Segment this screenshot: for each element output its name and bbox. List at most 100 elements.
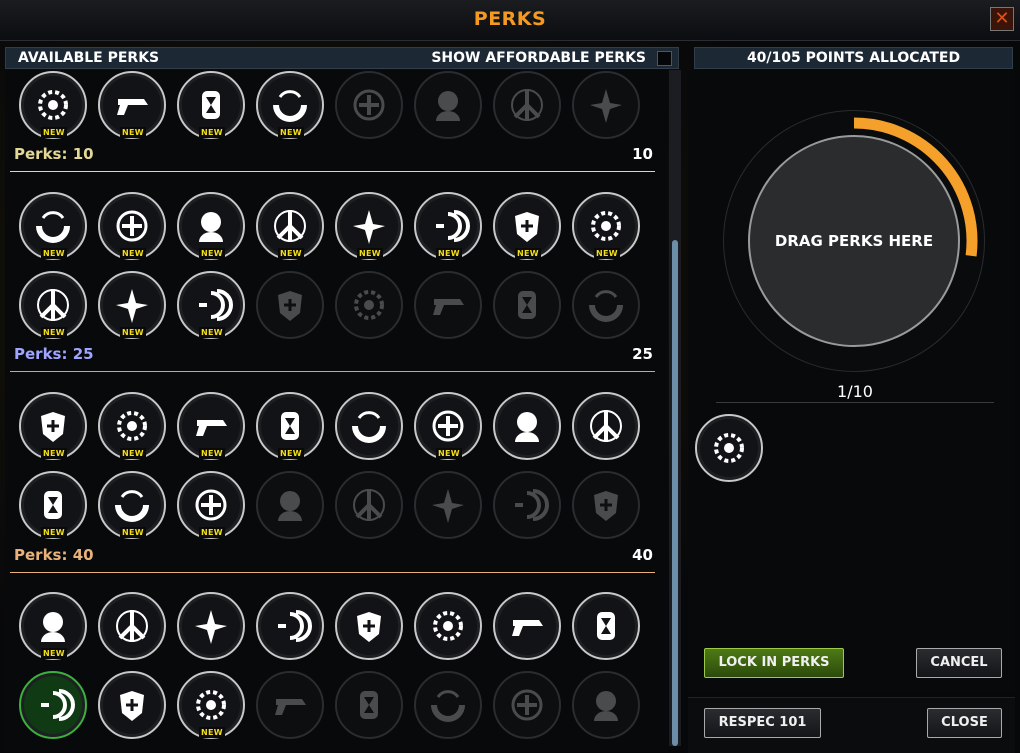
stopwatch-plus-icon[interactable]	[571, 591, 641, 661]
hand-icon[interactable]	[571, 270, 641, 340]
fire-body-icon[interactable]	[492, 391, 562, 461]
perk-list-scrollbar[interactable]	[669, 70, 681, 746]
turret-plus-icon[interactable]: NEW	[176, 270, 246, 340]
armor-plus-icon[interactable]: NEW	[97, 191, 167, 261]
warning-icon[interactable]: NEW	[176, 391, 246, 461]
ammo-plus-icon[interactable]: NEW	[18, 470, 88, 540]
perk-glyph	[38, 90, 68, 120]
pistol-icon[interactable]: NEW	[97, 70, 167, 140]
split-head-icon[interactable]	[97, 670, 167, 740]
new-badge: NEW	[120, 127, 146, 138]
respec-button[interactable]: RESPEC 101	[704, 708, 821, 738]
map-icon[interactable]: NEW	[18, 391, 88, 461]
perk-glyph	[116, 289, 148, 323]
cross-target-icon[interactable]	[334, 70, 404, 140]
lock-in-perks-button[interactable]: LOCK IN PERKS	[704, 648, 844, 678]
gear-icon[interactable]: NEW	[18, 70, 88, 140]
eye-wave-icon[interactable]	[571, 470, 641, 540]
new-badge: NEW	[199, 327, 225, 338]
armor-icon[interactable]	[492, 591, 562, 661]
scrollbar-thumb[interactable]	[672, 240, 678, 746]
trident-icon[interactable]	[571, 70, 641, 140]
hourglass-icon[interactable]: NEW	[176, 70, 246, 140]
grenade-icon[interactable]: NEW	[334, 191, 404, 261]
ring-cross-icon[interactable]	[255, 591, 325, 661]
section-cost: 10	[632, 145, 653, 163]
perk-ring	[335, 71, 403, 139]
new-badge: NEW	[278, 248, 304, 259]
skull-icon[interactable]	[413, 470, 483, 540]
close-button[interactable]: CLOSE	[927, 708, 1002, 738]
pistol-swipe-icon[interactable]: NEW	[97, 470, 167, 540]
perk-ring	[256, 671, 324, 739]
radar-icon[interactable]	[334, 391, 404, 461]
squad-icon[interactable]: NEW	[571, 191, 641, 261]
peace-icon[interactable]	[492, 70, 562, 140]
perk-ring	[493, 671, 561, 739]
section-label: Perks: 25	[14, 345, 94, 363]
perk-glyph	[120, 691, 144, 721]
planet-icon[interactable]	[413, 670, 483, 740]
section-divider	[10, 572, 655, 573]
available-perks-label: AVAILABLE PERKS	[18, 50, 160, 66]
perk-glyph	[116, 610, 148, 642]
dial-icon[interactable]	[571, 391, 641, 461]
cancel-button[interactable]: CANCEL	[916, 648, 1002, 678]
close-icon[interactable]: ✕	[990, 7, 1014, 31]
stopwatch-icon[interactable]	[255, 270, 325, 340]
perk-ring	[493, 392, 561, 460]
dots-ring-icon[interactable]	[492, 670, 562, 740]
fury-icon[interactable]	[18, 670, 88, 740]
knife-icon[interactable]	[334, 470, 404, 540]
perk-glyph	[357, 612, 381, 642]
radio-icon[interactable]	[334, 670, 404, 740]
perk-glyph	[195, 489, 227, 521]
sonic-icon[interactable]: NEW	[176, 191, 246, 261]
perk-glyph	[273, 90, 307, 122]
shield-swipe-icon[interactable]: NEW	[255, 191, 325, 261]
new-badge: NEW	[594, 248, 620, 259]
equipped-fury-icon[interactable]	[694, 413, 764, 483]
jaws-icon[interactable]: NEW	[492, 191, 562, 261]
burst-icon[interactable]	[255, 670, 325, 740]
orbit-icon[interactable]	[413, 591, 483, 661]
shield-arc-icon[interactable]: NEW	[255, 70, 325, 140]
section-cost: 40	[632, 546, 653, 564]
hourglass-cross-icon[interactable]: NEW	[18, 191, 88, 261]
starburst-icon[interactable]	[176, 591, 246, 661]
head-target-icon[interactable]	[413, 70, 483, 140]
perk-glyph	[354, 290, 384, 320]
runner-icon[interactable]: NEW	[18, 270, 88, 340]
heart-burst-icon[interactable]	[492, 270, 562, 340]
spiral-icon[interactable]	[571, 670, 641, 740]
globe-wave-icon[interactable]	[334, 270, 404, 340]
perk-glyph	[278, 491, 302, 521]
drop-zone[interactable]: DRAG PERKS HERE	[748, 135, 960, 347]
medic-icon[interactable]: NEW	[97, 391, 167, 461]
terrain-icon[interactable]	[492, 470, 562, 540]
perk-ring	[493, 592, 561, 660]
turret-wave-icon[interactable]: NEW	[176, 670, 246, 740]
nodes-icon[interactable]: NEW	[18, 591, 88, 661]
slot-count: 1/10	[837, 382, 873, 401]
perk-ring	[98, 592, 166, 660]
bow-icon[interactable]: NEW	[413, 391, 483, 461]
head-aperture-icon[interactable]: NEW	[97, 270, 167, 340]
perks-window: PERKS ✕ AVAILABLE PERKS SHOW AFFORDABLE …	[0, 0, 1020, 753]
claw-icon[interactable]: NEW	[176, 470, 246, 540]
perk-list-panel[interactable]: NEW NEW NEW NEW Perks: 10 10 NEW NEW NEW NEW NEW NE…	[5, 70, 668, 752]
stopwatch-head-icon[interactable]: NEW	[413, 191, 483, 261]
perk-glyph	[431, 690, 465, 722]
chevrons-icon[interactable]	[413, 270, 483, 340]
perk-ring	[493, 471, 561, 539]
crosshair-icon[interactable]: NEW	[255, 391, 325, 461]
perk-glyph	[116, 210, 148, 242]
perk-ring	[695, 414, 763, 482]
arrow-circle-icon[interactable]	[255, 470, 325, 540]
new-badge: NEW	[41, 527, 67, 538]
show-affordable-checkbox[interactable]	[657, 51, 672, 66]
perk-ring	[98, 671, 166, 739]
ring-plus-icon[interactable]	[97, 591, 167, 661]
tower-icon[interactable]	[334, 591, 404, 661]
perk-glyph	[515, 489, 549, 521]
